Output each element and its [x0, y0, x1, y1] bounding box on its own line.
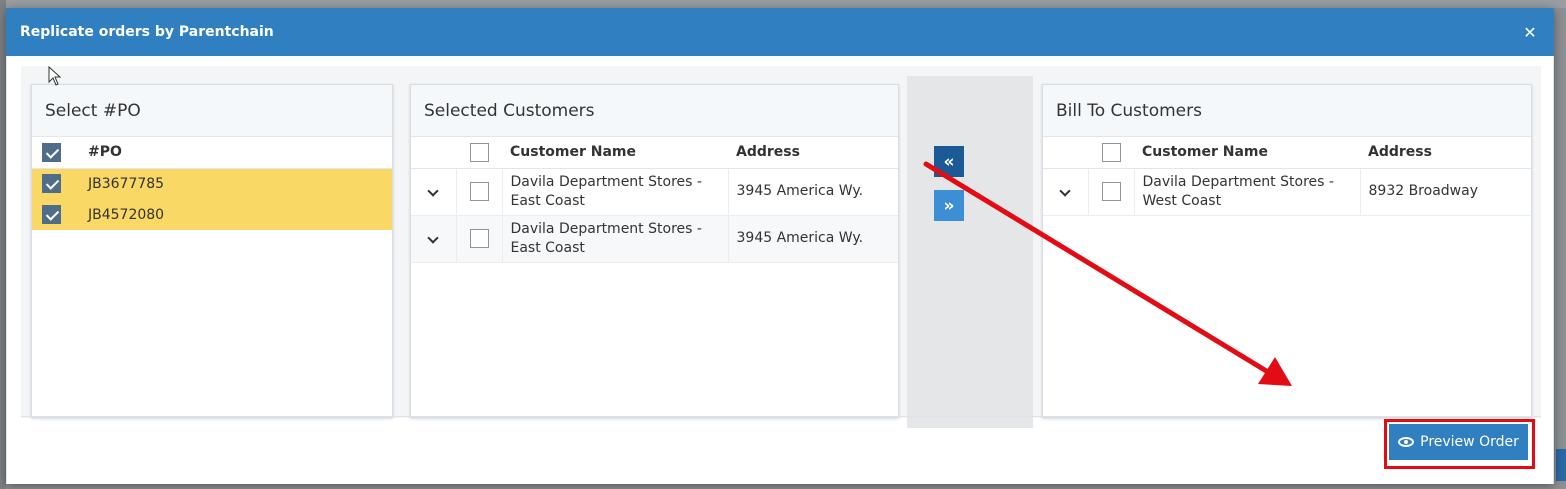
background-header [0, 0, 1566, 8]
eye-icon [1398, 437, 1415, 447]
customer-address: 3945 America Wy. [728, 168, 898, 216]
select-po-panel: Select #PO #PO JB3677785 JB4572080 [31, 84, 393, 418]
po-number: JB3677785 [80, 168, 392, 199]
po-column-header: #PO [80, 137, 392, 169]
po-row[interactable]: JB4572080 [32, 199, 392, 230]
customer-name-header: Customer Name [502, 137, 728, 169]
po-row-checkbox[interactable] [42, 174, 61, 194]
chevron-down-icon[interactable] [1059, 185, 1071, 197]
po-number: JB4572080 [80, 199, 392, 230]
table-row[interactable]: Davila Department Stores - West Coast 89… [1043, 168, 1531, 216]
move-left-button[interactable]: « [934, 146, 964, 177]
chevron-down-icon[interactable] [427, 185, 439, 197]
table-row[interactable]: Davila Department Stores - East Coast 39… [411, 168, 898, 216]
address-header: Address [728, 137, 898, 169]
close-icon[interactable]: ✕ [1520, 23, 1540, 42]
move-right-button[interactable]: » [934, 190, 964, 221]
customer-address: 8932 Broadway [1360, 168, 1531, 216]
chevron-down-icon[interactable] [427, 232, 439, 244]
address-header: Address [1360, 137, 1531, 169]
modal-title: Replicate orders by Parentchain [20, 24, 274, 40]
select-po-title: Select #PO [32, 85, 392, 137]
select-all-selected-checkbox[interactable] [469, 142, 489, 162]
row-checkbox[interactable] [469, 181, 489, 201]
cursor-icon [48, 66, 62, 86]
customer-name: Davila Department Stores - East Coast [502, 168, 729, 216]
table-row[interactable]: Davila Department Stores - East Coast 39… [411, 215, 898, 263]
replicate-orders-modal: Replicate orders by Parentchain ✕ Select… [6, 8, 1554, 484]
row-checkbox[interactable] [1101, 181, 1121, 201]
footer-divider [21, 416, 1541, 417]
preview-order-button[interactable]: Preview Order [1389, 424, 1528, 460]
selected-customers-table: Customer Name Address Davila Department … [411, 137, 898, 263]
modal-header: Replicate orders by Parentchain ✕ [6, 8, 1554, 56]
po-row[interactable]: JB3677785 [32, 168, 392, 199]
select-all-po-checkbox[interactable] [42, 142, 61, 162]
selected-customers-title: Selected Customers [411, 85, 898, 137]
bill-to-customers-table: Customer Name Address Davila Department … [1043, 137, 1531, 216]
customer-name: Davila Department Stores - East Coast [502, 215, 729, 263]
move-buttons-strip [907, 76, 1033, 428]
row-checkbox[interactable] [469, 228, 489, 248]
po-row-checkbox[interactable] [42, 205, 61, 224]
selected-customers-panel: Selected Customers Customer Name Address [410, 84, 899, 418]
bill-to-customers-title: Bill To Customers [1043, 85, 1531, 137]
select-all-billto-checkbox[interactable] [1101, 142, 1121, 162]
bill-to-customers-panel: Bill To Customers Customer Name Address [1042, 84, 1532, 418]
customer-address: 3945 America Wy. [728, 215, 898, 263]
background-button [1556, 449, 1566, 481]
modal-body: Select #PO #PO JB3677785 JB4572080 Selec… [6, 56, 1554, 484]
customer-name-header: Customer Name [1134, 137, 1360, 169]
po-table: #PO JB3677785 JB4572080 [32, 137, 392, 230]
preview-order-label: Preview Order [1420, 434, 1519, 450]
customer-name: Davila Department Stores - West Coast [1134, 168, 1361, 216]
panels-container: Select #PO #PO JB3677785 JB4572080 Selec… [21, 66, 1541, 428]
